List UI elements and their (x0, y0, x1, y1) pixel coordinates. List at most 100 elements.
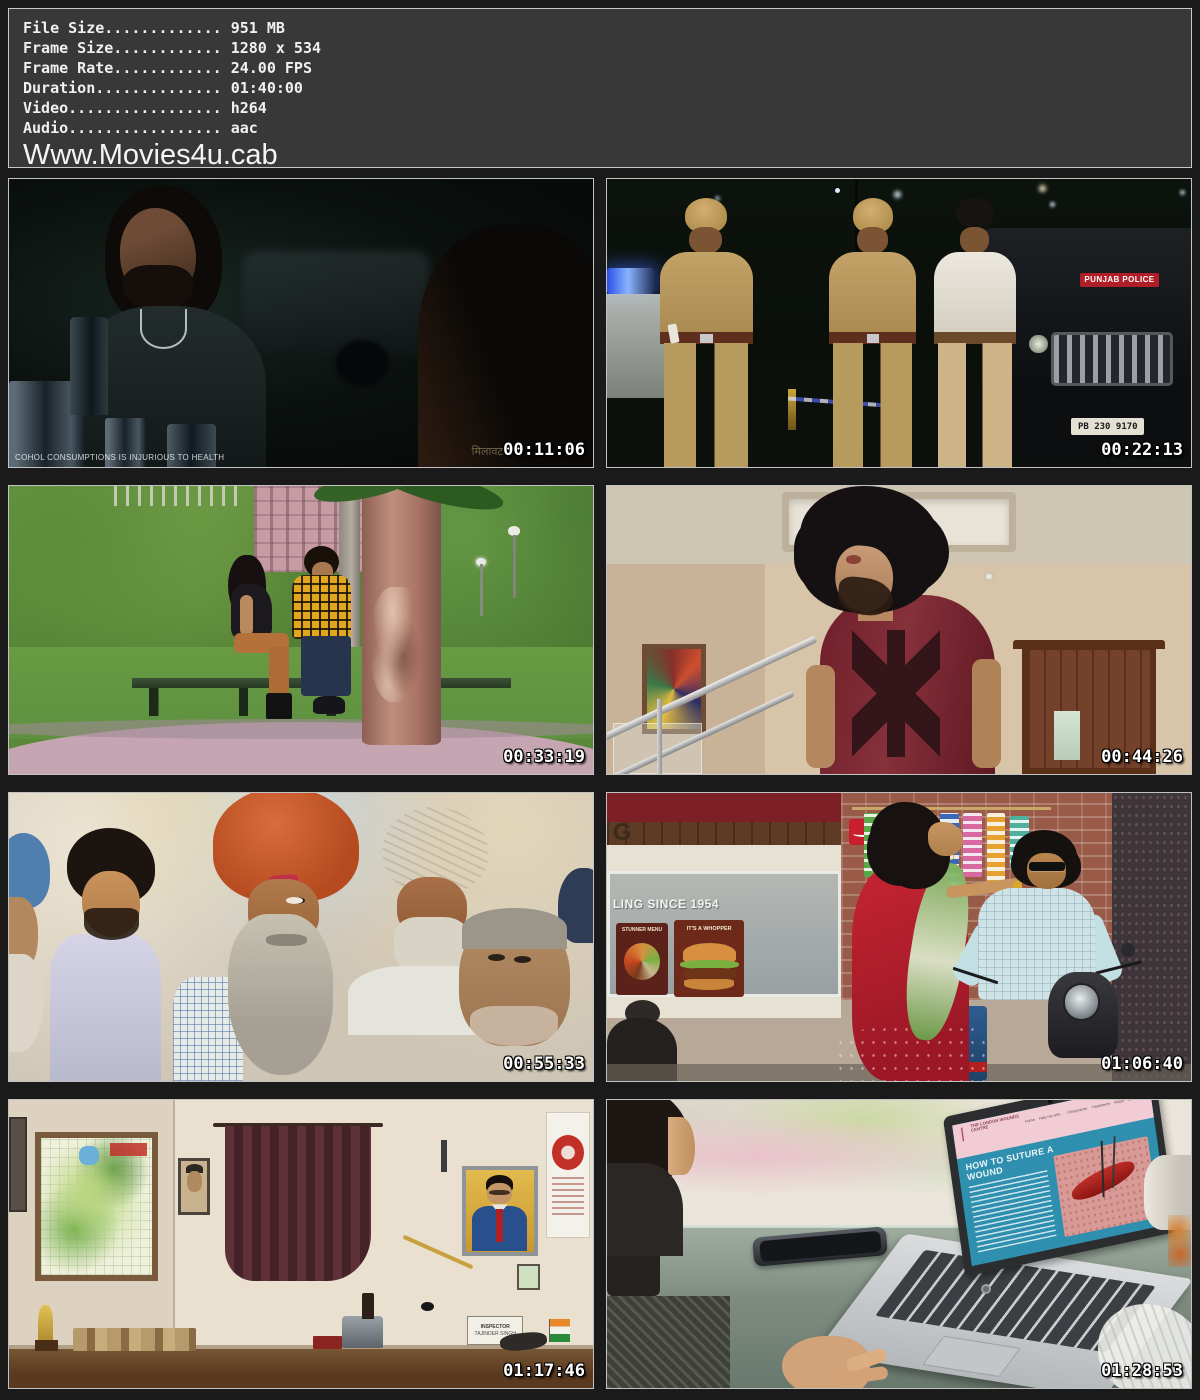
info-line-audio: Audio................. aac (23, 118, 1177, 138)
trophy-base (35, 1340, 58, 1350)
laptop-trackpad (923, 1336, 1021, 1376)
portrait-red-tie (496, 1209, 503, 1242)
scooter-headlamp (1063, 983, 1101, 1020)
uniform-shirt (829, 252, 916, 341)
uniform-trousers (833, 343, 912, 467)
website-nav: Home Help me with... Chiropractor Treatm… (1025, 1100, 1147, 1124)
woman-face (928, 822, 963, 857)
silver-chain (140, 309, 187, 349)
screenshot-panel-3: 00:33:19 (8, 485, 594, 775)
tshirt-flag-print (852, 630, 940, 757)
poster-left-text: STUNNER MENU (619, 927, 665, 933)
nav-item-help: Help me with... (1039, 1112, 1064, 1121)
garden-lamp-post-2 (513, 535, 516, 598)
belt-buckle (700, 334, 713, 343)
map-water-patch (79, 1146, 99, 1165)
woman-arm (240, 595, 253, 635)
man-in-white-shirt (928, 198, 1021, 467)
door-glass-pane (1054, 711, 1080, 760)
timestamp-overlay: 01:28:53 (1101, 1361, 1183, 1381)
police-emblem-banner (546, 1112, 590, 1239)
info-line-frame-rate: Frame Rate............ 24.00 FPS (23, 58, 1177, 78)
young-man-beard (84, 908, 139, 940)
rider-face (1027, 853, 1066, 889)
young-man-shirt (50, 934, 161, 1081)
scene-village-gathering (9, 793, 593, 1081)
ceiling-spotlight (984, 572, 995, 581)
burger-patty (683, 968, 736, 979)
menu-poster-left: STUNNER MENU (616, 923, 669, 995)
food-pie-graphic (624, 943, 661, 980)
timestamp-overlay: 01:06:40 (1101, 1054, 1183, 1074)
man-left-arm (806, 665, 835, 769)
streetlight-bokeh (835, 188, 840, 193)
nav-item-home: Home (1025, 1118, 1035, 1124)
portrait-face (187, 1171, 202, 1192)
scene-park-bench (9, 486, 593, 774)
person-shoulder (607, 1163, 683, 1255)
timestamp-overlay: 01:17:46 (503, 1361, 585, 1381)
timestamp-overlay: 00:33:19 (503, 747, 585, 767)
police-officer-left (654, 198, 759, 467)
man-shoe (313, 696, 345, 713)
scene-laptop-browsing: THE LONDON WOUNDS CENTRE Home Help me wi… (607, 1100, 1191, 1388)
portrait-frame-edge (9, 1117, 27, 1212)
timestamp-overlay: 00:11:06 (503, 440, 585, 460)
bench-seat-right (441, 678, 511, 689)
portrait-frame (178, 1158, 210, 1216)
timestamp-overlay: 00:44:26 (1101, 747, 1183, 767)
storefront-sign-text: LING SINCE 1954 (613, 897, 835, 911)
screenshot-grid: COHOL CONSUMPTIONS IS INJURIOUS TO HEALT… (8, 178, 1192, 1389)
sachet-strip (987, 813, 1006, 885)
screenshot-panel-8: THE LONDON WOUNDS CENTRE Home Help me wi… (606, 1099, 1192, 1389)
timestamp-overlay: 00:22:13 (1101, 440, 1183, 460)
website-name: THE LONDON WOUNDS CENTRE (969, 1113, 1027, 1134)
screenshot-panel-1: COHOL CONSUMPTIONS IS INJURIOUS TO HEALT… (8, 178, 594, 468)
face-bruise (846, 555, 861, 564)
sunglasses (1029, 862, 1065, 871)
police-emblem (552, 1135, 584, 1170)
white-pergola (114, 486, 242, 506)
scene-staircase (607, 486, 1191, 774)
suv-headlight (1029, 335, 1048, 354)
platform-rim (9, 719, 593, 739)
map-title-strip (110, 1143, 148, 1155)
media-info-header: File Size............. 951 MB Frame Size… (8, 8, 1192, 168)
garden-lamp-post (480, 564, 483, 616)
screenshot-panel-7: INSPECTOR TAJINDER SINGH 01:17:46 (8, 1099, 594, 1389)
screenshot-panel-6: G LING SINCE 1954 STUNNER MENU IT'S A WH… (606, 792, 1192, 1082)
info-line-duration: Duration.............. 01:40:00 (23, 78, 1177, 98)
scooter-mirror (1121, 943, 1135, 957)
sachet-strip (963, 813, 982, 876)
burger-bun-bottom (684, 979, 734, 990)
belt-buckle (867, 334, 879, 343)
license-plate: PB 230 9170 (1071, 418, 1144, 435)
scene-street-market: G LING SINCE 1954 STUNNER MENU IT'S A WH… (607, 793, 1191, 1081)
info-line-file-size: File Size............. 951 MB (23, 18, 1177, 38)
health-warning-text: COHOL CONSUMPTIONS IS INJURIOUS TO HEALT… (15, 453, 224, 462)
file-stack (73, 1328, 196, 1351)
emblem-text-lines (552, 1177, 584, 1214)
background-car (243, 251, 430, 355)
desk-bottle (362, 1293, 374, 1319)
screenshot-panel-4: 00:44:26 (606, 485, 1192, 775)
maroon-curtain (225, 1126, 371, 1282)
scene-police-office: INSPECTOR TAJINDER SINGH (9, 1100, 593, 1388)
caduceus-logo-icon (958, 1127, 967, 1142)
listener-silhouette (418, 225, 593, 467)
info-line-frame-size: Frame Size............ 1280 x 534 (23, 38, 1177, 58)
man-right-arm (972, 659, 1001, 768)
storefront-red-band (607, 793, 841, 822)
certificate-frame (517, 1264, 540, 1290)
stamp-press (342, 1316, 383, 1348)
scene-night-police: PUNJAB POLICE PB 230 9170 (607, 179, 1191, 467)
barrier-post (788, 389, 796, 429)
nav-item-about: About (1114, 1100, 1124, 1105)
subtitle-fragment: मिलावट (472, 444, 503, 459)
uniform-trousers (664, 343, 748, 467)
woman-black-boot (266, 693, 292, 719)
storefront-fascia (607, 822, 841, 845)
site-watermark: Www.Movies4u.cab (23, 139, 1177, 168)
man-jeans (301, 636, 351, 696)
ceiling-fan-rod (441, 1140, 447, 1172)
